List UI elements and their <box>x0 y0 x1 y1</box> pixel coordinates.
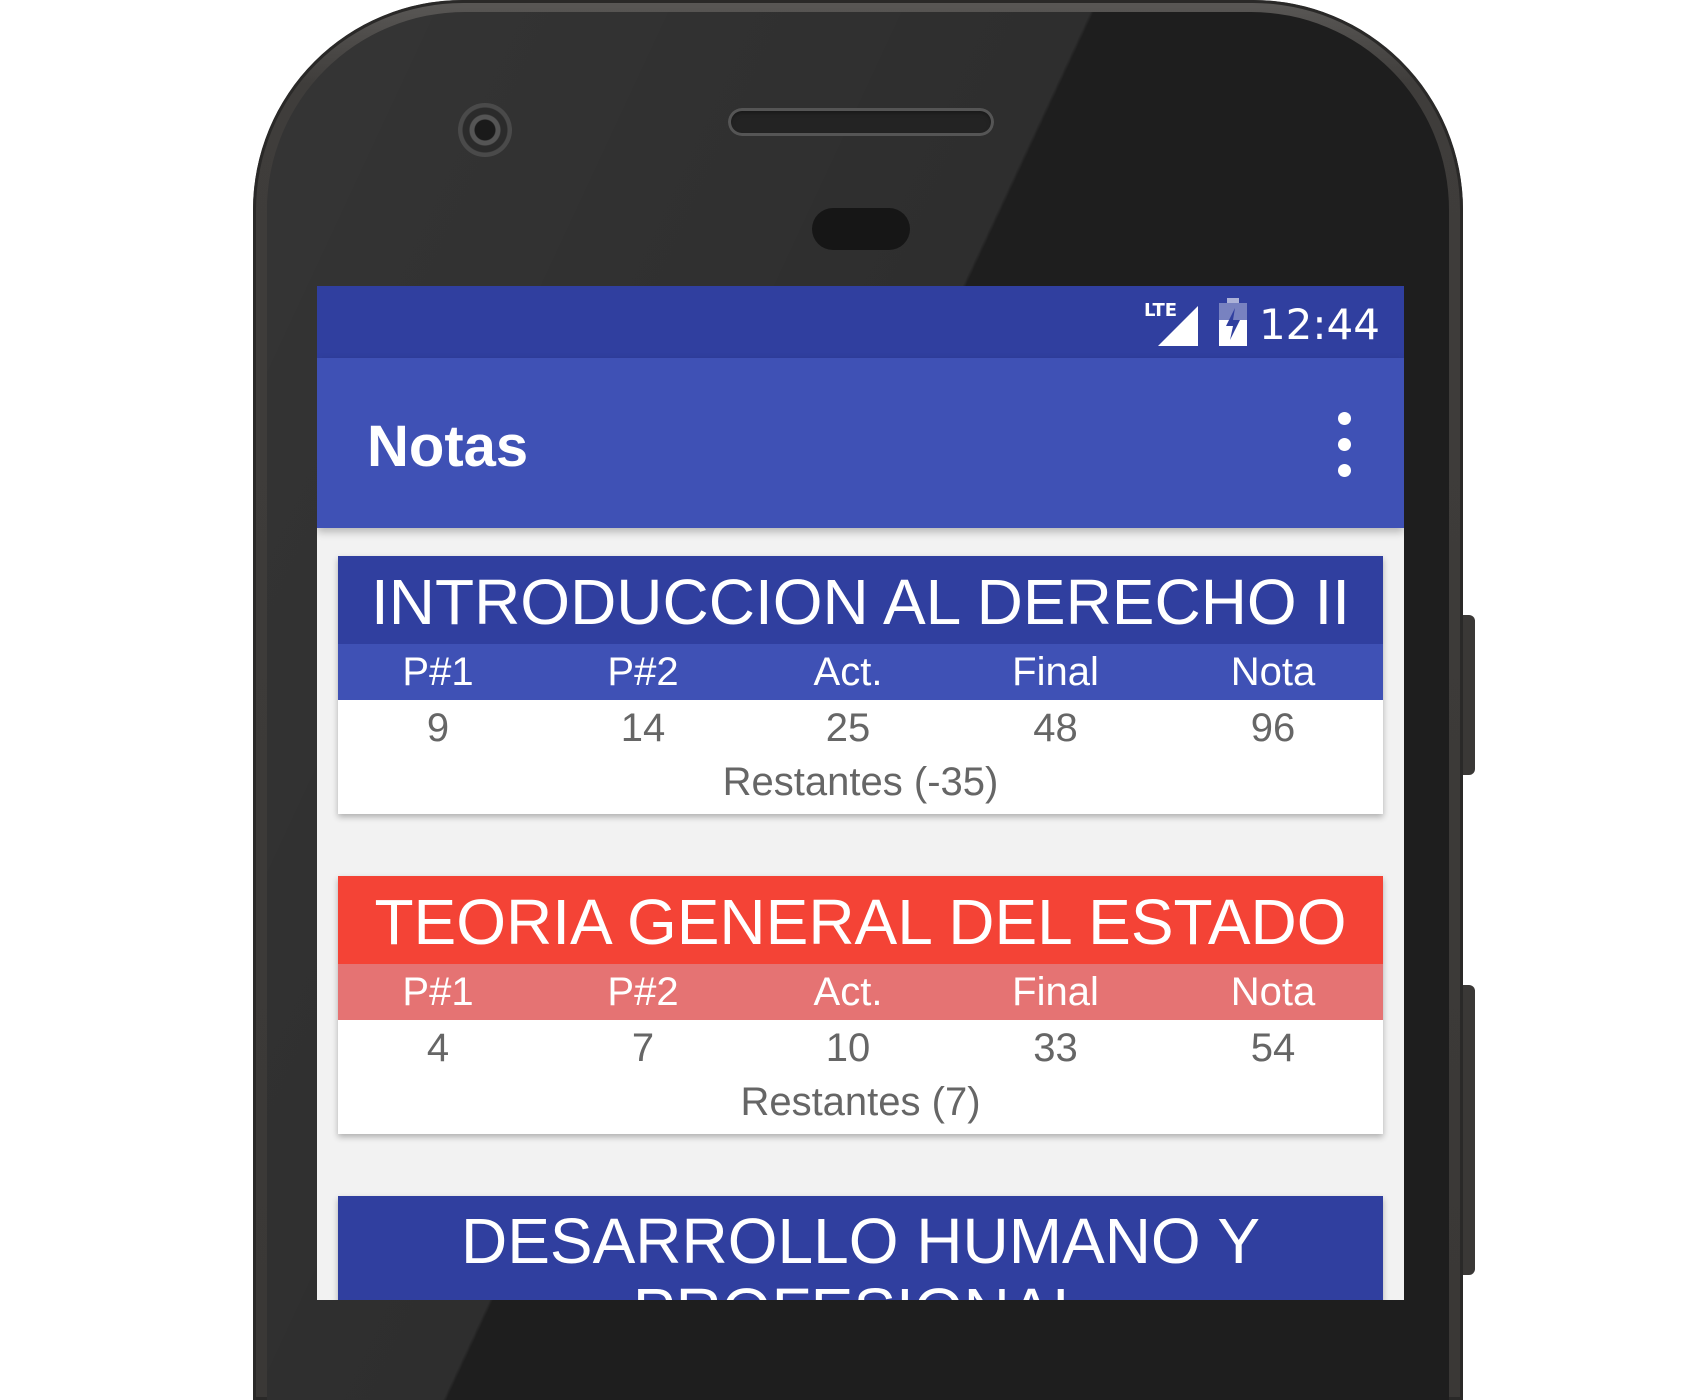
grade-value: 48 <box>1033 706 1078 750</box>
power-button <box>1463 615 1475 775</box>
status-bar: LTE 12:44 <box>317 286 1404 358</box>
grade-values-row: 4 7 10 33 54 <box>338 1020 1383 1076</box>
svg-text:LTE: LTE <box>1144 300 1177 321</box>
course-card[interactable]: INTRODUCCION AL DERECHO II P#1 P#2 Act. … <box>338 556 1383 814</box>
column-header: Final <box>1012 650 1099 694</box>
grade-value: 25 <box>825 706 871 750</box>
remaining-points: Restantes (7) <box>740 1080 981 1124</box>
grade-value: 54 <box>1250 1026 1296 1070</box>
column-header: Final <box>1012 970 1099 1014</box>
app-screen: LTE 12:44 Notas INTRODUCCION AL DERECHO … <box>317 286 1404 1300</box>
column-header: Act. <box>813 650 883 694</box>
column-header: P#1 <box>402 650 474 694</box>
grade-values-row: 9 14 25 48 96 <box>338 700 1383 756</box>
column-header: P#2 <box>607 970 679 1014</box>
course-title: INTRODUCCION AL DERECHO II <box>338 556 1383 644</box>
grade-header-row: P#1 P#2 Act. Final Nota <box>338 644 1383 700</box>
proximity-sensor <box>812 208 910 250</box>
grade-header-row: P#1 P#2 Act. Final Nota <box>338 964 1383 1020</box>
grade-value: 4 <box>426 1026 450 1070</box>
grade-value: 10 <box>825 1026 871 1070</box>
earpiece-speaker <box>728 108 994 136</box>
course-title: TEORIA GENERAL DEL ESTADO <box>338 876 1383 964</box>
more-vert-icon[interactable] <box>1334 412 1354 492</box>
column-header: Nota <box>1230 650 1316 694</box>
column-header: P#1 <box>402 970 474 1014</box>
lte-signal-icon: LTE <box>1144 300 1198 346</box>
status-time: 12:44 <box>1258 300 1380 349</box>
grade-value: 33 <box>1033 1026 1078 1070</box>
grade-value: 7 <box>631 1026 655 1070</box>
course-title-line: PROFESIONAL <box>338 1276 1383 1300</box>
grade-value: 9 <box>426 706 450 750</box>
front-camera <box>458 103 512 157</box>
grade-value: 96 <box>1250 706 1296 750</box>
column-header: P#2 <box>607 650 679 694</box>
course-card[interactable]: DESARROLLO HUMANO Y PROFESIONAL <box>338 1196 1383 1300</box>
column-header: Act. <box>813 970 883 1014</box>
course-title: DESARROLLO HUMANO Y PROFESIONAL <box>338 1196 1383 1300</box>
app-title: Notas <box>367 414 529 479</box>
battery-charging-icon <box>1219 298 1247 346</box>
grade-value: 14 <box>620 706 666 750</box>
course-title-line: DESARROLLO HUMANO Y <box>461 1205 1260 1277</box>
app-bar: Notas <box>317 358 1404 528</box>
course-card[interactable]: TEORIA GENERAL DEL ESTADO P#1 P#2 Act. F… <box>338 876 1383 1134</box>
remaining-points: Restantes (-35) <box>722 760 999 804</box>
volume-button <box>1463 985 1475 1275</box>
column-header: Nota <box>1230 970 1316 1014</box>
